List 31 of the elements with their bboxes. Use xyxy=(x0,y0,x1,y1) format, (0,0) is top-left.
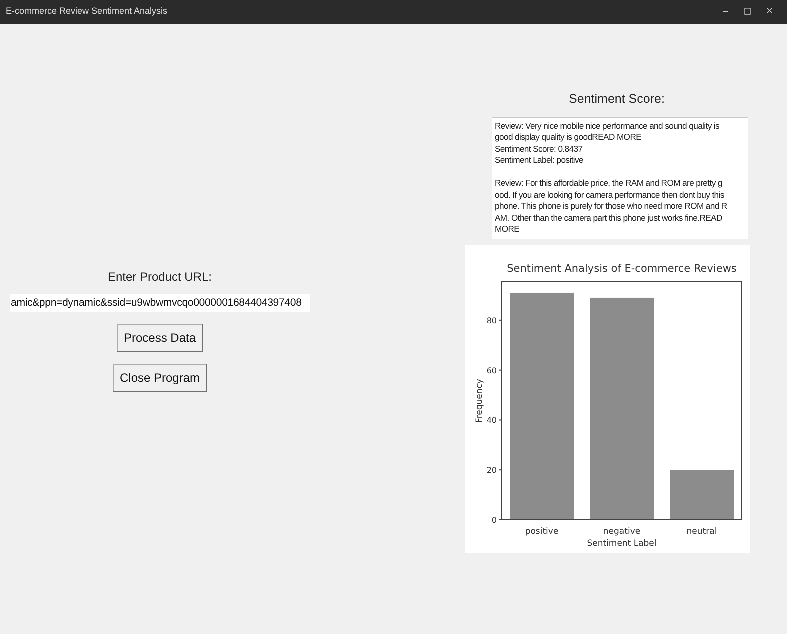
url-input-field[interactable]: amic&ppn=dynamic&ssid=u9wbwmvcqo0000001684404397408 xyxy=(10,294,310,312)
window-title: E-commerce Review Sentiment Analysis xyxy=(6,5,168,18)
y-tick-label: 20 xyxy=(486,466,496,475)
x-tick-label: negative xyxy=(602,526,640,537)
close-program-button[interactable]: Close Program xyxy=(112,364,208,392)
x-tick-label: neutral xyxy=(686,526,717,537)
x-axis-label: Sentiment Label xyxy=(586,538,656,549)
y-tick-label: 40 xyxy=(486,416,496,425)
maximize-button[interactable]: ▢ xyxy=(737,5,759,19)
chart-title: Sentiment Analysis of E-commerce Reviews xyxy=(506,262,736,275)
text-line: Sentiment Label: positive xyxy=(495,155,585,167)
y-axis-label: Frequency xyxy=(474,378,484,423)
text-line: ood. If you are looking for camera performance then dont buy this xyxy=(495,190,726,202)
bar xyxy=(670,470,734,520)
close-button[interactable]: ✕ xyxy=(759,5,781,19)
text-line: AM. Other than the camera part this phone just works fine.READ xyxy=(495,212,724,224)
score-heading: Sentiment Score: xyxy=(569,91,665,108)
text-line: good display quality is goodREAD MORE xyxy=(495,132,643,144)
text-line: MORE xyxy=(495,224,521,236)
text-line: Review: Very nice mobile nice performance and sound quality is xyxy=(495,120,721,132)
score-text-area[interactable] xyxy=(492,116,748,239)
text-line: Sentiment Score: 0.8437 xyxy=(495,144,584,156)
url-label: Enter Product URL: xyxy=(108,269,212,286)
text-line: phone. This phone is purely for those who need more ROM and R xyxy=(495,201,728,213)
y-tick-label: 60 xyxy=(486,366,496,376)
minimize-button[interactable]: – xyxy=(715,5,737,19)
x-tick-label: positive xyxy=(524,526,558,537)
y-tick-label: 80 xyxy=(486,316,496,326)
text-line: Review: For this affordable price, the RAM and ROM are pretty g xyxy=(495,178,724,190)
y-tick-label: 0 xyxy=(491,516,496,525)
process-data-button[interactable]: Process Data xyxy=(116,324,204,352)
